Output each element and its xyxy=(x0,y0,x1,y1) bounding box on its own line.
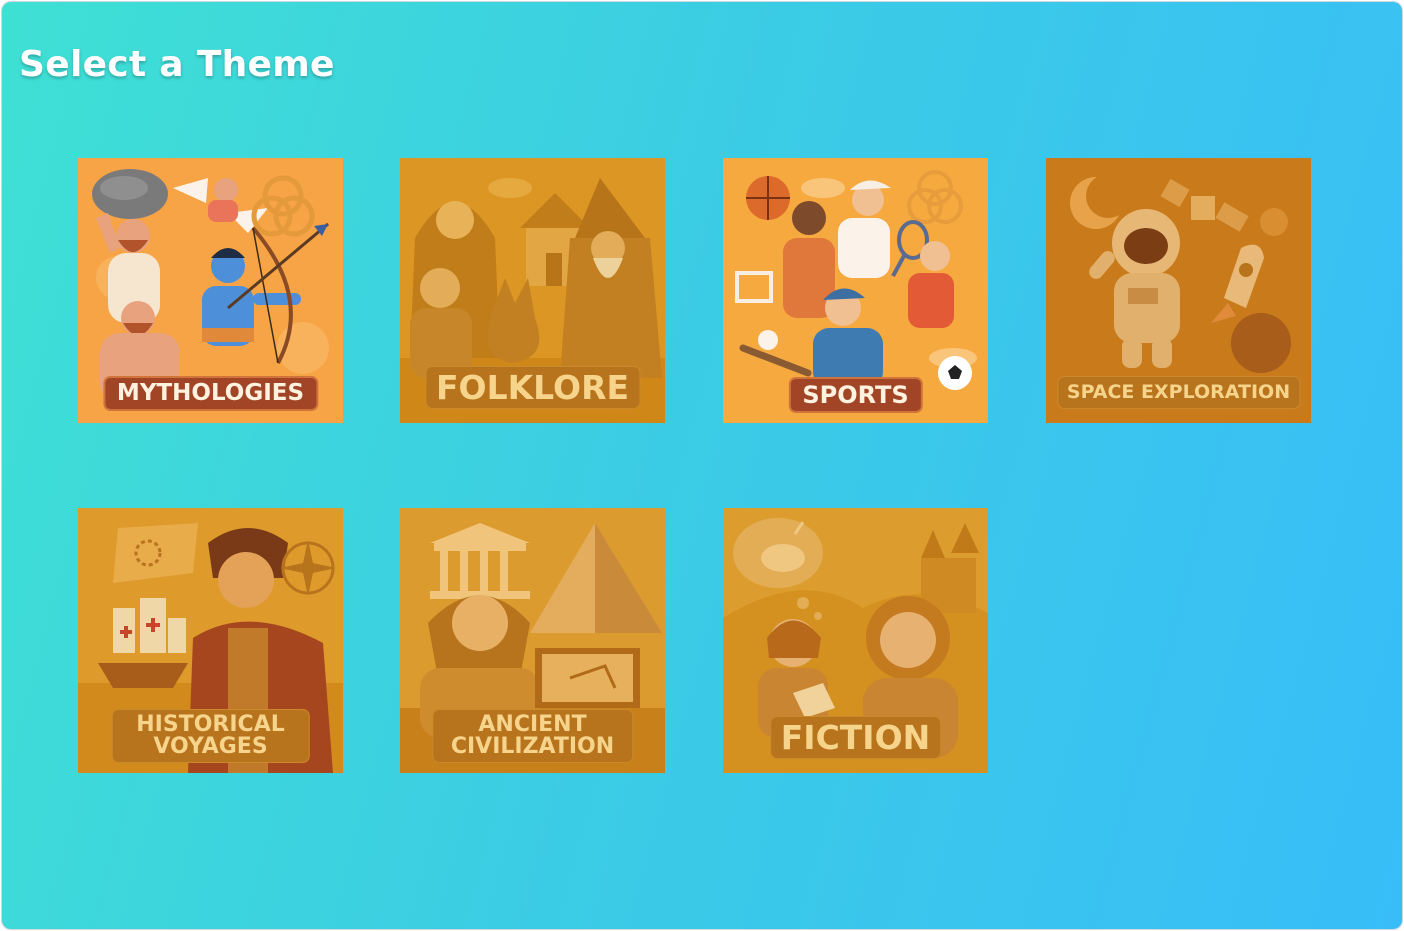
theme-card-historical-voyages[interactable]: HISTORICAL VOYAGES xyxy=(78,508,343,773)
theme-card-ancient-civilization[interactable]: ANCIENT CIVILIZATION xyxy=(400,508,665,773)
theme-card-folklore[interactable]: FOLKLORE xyxy=(400,158,665,423)
theme-label-mythologies: MYTHOLOGIES xyxy=(102,376,319,411)
mural-icon xyxy=(535,648,640,708)
theme-label-historical-voyages-line1: HISTORICAL xyxy=(136,712,285,737)
theme-card-mythologies[interactable]: MYTHOLOGIES xyxy=(78,158,343,423)
theme-card-sports[interactable]: SPORTS xyxy=(723,158,988,423)
theme-select-window: Select a Theme MYTHOLOGIES FOLKLORE SPOR… xyxy=(1,1,1403,930)
theme-label-historical-voyages: HISTORICAL VOYAGES xyxy=(111,709,310,763)
page-title: Select a Theme xyxy=(19,44,335,85)
theme-label-ancient-civilization: ANCIENT CIVILIZATION xyxy=(431,709,634,763)
basketball-icon xyxy=(746,176,790,220)
theme-label-historical-voyages-line2: VOYAGES xyxy=(153,734,268,759)
boulder-icon xyxy=(92,169,168,219)
theme-card-fiction[interactable]: FICTION xyxy=(723,508,988,773)
theme-label-sports: SPORTS xyxy=(788,377,923,413)
soccer-ball-icon xyxy=(938,356,972,390)
theme-card-space-exploration[interactable]: SPACE EXPLORATION xyxy=(1046,158,1311,423)
theme-label-folklore: FOLKLORE xyxy=(424,366,641,409)
theme-label-space-exploration: SPACE EXPLORATION xyxy=(1056,376,1301,409)
theme-label-fiction: FICTION xyxy=(769,716,942,759)
theme-label-ancient-civilization-line1: ANCIENT xyxy=(478,712,587,737)
theme-label-ancient-civilization-line2: CIVILIZATION xyxy=(450,734,615,759)
